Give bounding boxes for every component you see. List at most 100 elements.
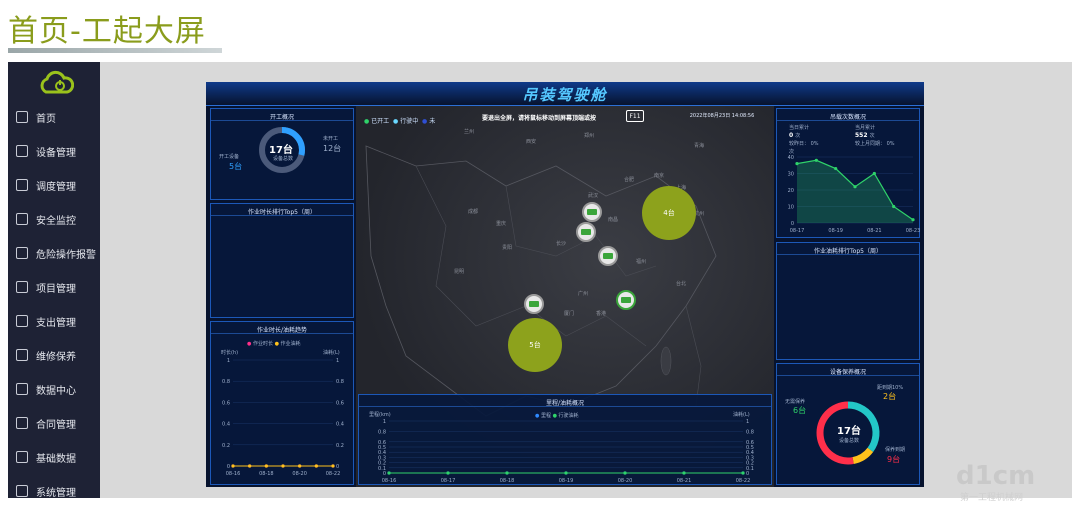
y-tick-label: 20 [788,188,794,194]
none-label: 无需保养 [785,399,806,405]
crane-marker[interactable] [598,246,618,266]
panel-title: 作业油耗排行Top5（周） [777,243,919,255]
legend-dot-icon: ● [247,341,252,347]
data-point [814,158,818,162]
sidebar-item[interactable]: 首页 [8,100,100,134]
legend-dot-icon: ● [274,341,279,347]
y-tick-label-right: 0.6 [336,400,344,406]
data-point [741,471,745,475]
data-point [623,471,627,475]
right-axis-unit: 油耗(L) [323,350,340,356]
cluster-bubble-east[interactable]: 4台 [642,186,696,240]
sidebar-item[interactable]: 设备管理 [8,134,100,168]
camera-icon [16,213,28,225]
sidebar-item[interactable]: 系统管理 [8,474,100,508]
city-label: 青海 [694,143,705,149]
mileage-fuel-panel: 里程/油耗概况 ● 里程 ● 行驶油耗 里程(km) 油耗(L) 0 0 0.1 0.… [358,394,772,485]
fullscreen-notice: 要退出全屏，请将鼠标移动到屏幕顶端或按 [482,115,597,122]
data-point [564,471,568,475]
home-icon [16,111,28,123]
y-tick-label: 0.5 [378,445,386,451]
sidebar-item[interactable]: 合同管理 [8,406,100,440]
month-compare-label: 较上月同期： [855,141,886,147]
data-point [298,464,302,468]
data-point [281,464,285,468]
city-label: 武汉 [588,193,599,199]
crane-marker[interactable] [582,202,602,222]
idle-label: 未开工 [323,136,339,142]
city-label: 厦门 [564,311,575,317]
today-compare-value: 0% [810,141,819,147]
expense-icon [16,315,28,327]
data-point [795,162,799,166]
sidebar: 首页 设备管理调度管理安全监控 危险操作报警 项目管理 支出管理维修保养数据中心 合同管理… [8,62,100,499]
y-tick-label-right: 0.1 [746,466,754,472]
panel-title: 开工概况 [211,109,353,121]
y-tick-label: 0.1 [378,466,386,472]
city-label: 郑州 [584,133,595,139]
city-label: 福州 [636,259,647,265]
y-tick-label: 0.8 [378,429,386,435]
sidebar-item[interactable]: 基础数据 [8,440,100,474]
area-fill [797,160,913,223]
sidebar-item[interactable]: 支出管理 [8,304,100,338]
y-tick-label-right: 1 [746,419,749,425]
map-legend: ● 已开工 ● 行驶中 ● 未 [364,116,435,125]
y-tick-label: 0 [227,464,230,470]
y-tick-label-right: 1 [336,358,339,364]
title-underline [8,48,222,53]
near-label: 距到期10% [877,385,904,391]
y-tick-label-right: 0.8 [336,379,344,385]
today-compare: 较昨日： 0% [789,140,819,147]
sidebar-item[interactable]: 危险操作报警 [8,236,100,270]
crane-marker[interactable] [576,222,596,242]
watermark-logo: d1cm 第一工程机械网 [956,461,1035,503]
duration-fuel-panel: 作业时长/油耗趋势 ● 作业时长 ● 作业油耗 时长(h) 油耗(L) 0 0 0.… [210,321,354,485]
sidebar-nav: 首页 设备管理调度管理安全监控 危险操作报警 项目管理 支出管理维修保养数据中心 合同管理… [8,100,100,508]
sidebar-item-label: 调度管理 [36,181,76,193]
city-label: 重庆 [496,221,507,227]
legend-fuel: 作业油耗 [280,341,301,347]
month-label: 当月累计 [855,125,876,131]
x-tick-label: 08-18 [259,471,274,477]
donut-slice [852,447,874,464]
sidebar-item[interactable]: 数据中心 [8,372,100,406]
data-point [314,464,318,468]
slide: 首页-工起大屏 首页 设备管理调度管理安全监控 危险操作报警 项目管理 支出管理维修保养… [0,0,1080,508]
shield-icon [16,349,28,361]
maintenance-total-label: 设备总数 [839,438,860,444]
started-label: 开工设备 [219,154,240,160]
svg-text:d1cm: d1cm [956,461,1035,491]
y-tick-label: 0.2 [222,443,230,449]
sidebar-item[interactable]: 安全监控 [8,202,100,236]
y-tick-label-right: 0.3 [746,455,754,461]
month-number: 552 [855,132,868,139]
sidebar-item[interactable]: 调度管理 [8,168,100,202]
city-label: 西安 [526,139,537,145]
dashboard-header: 吊装驾驶舱 [206,82,924,106]
cluster-bubble-south[interactable]: 5台 [508,318,562,372]
cloud-logo-icon [40,70,74,94]
y-tick-label-right: 0.2 [336,443,344,449]
f11-key[interactable]: F11 [626,110,644,122]
total-devices-label: 设备总数 [273,156,294,162]
city-label: 南昌 [608,217,619,223]
slide-title: 首页-工起大屏 [8,14,206,49]
data-point [248,464,252,468]
data-point [892,204,896,209]
legend-driving: 行驶中 [400,118,419,125]
legend-duration: 作业时长 [252,341,273,347]
x-tick-label: 08-20 [618,478,633,484]
sidebar-item[interactable]: 项目管理 [8,270,100,304]
sidebar-item-label: 维修保养 [36,351,76,363]
city-label: 香港 [596,311,607,317]
duration-top5-panel: 作业时长排行Top5（周） [210,203,354,318]
crane-marker[interactable] [524,294,544,314]
crane-marker-active[interactable] [616,290,636,310]
sidebar-item[interactable]: 维修保养 [8,338,100,372]
y-tick-label: 0.2 [378,461,386,467]
x-tick-label: 08-22 [326,471,341,477]
x-tick-label: 08-21 [867,228,882,234]
y-tick-label: 1 [227,358,230,364]
y-tick-label: 0.8 [222,379,230,385]
